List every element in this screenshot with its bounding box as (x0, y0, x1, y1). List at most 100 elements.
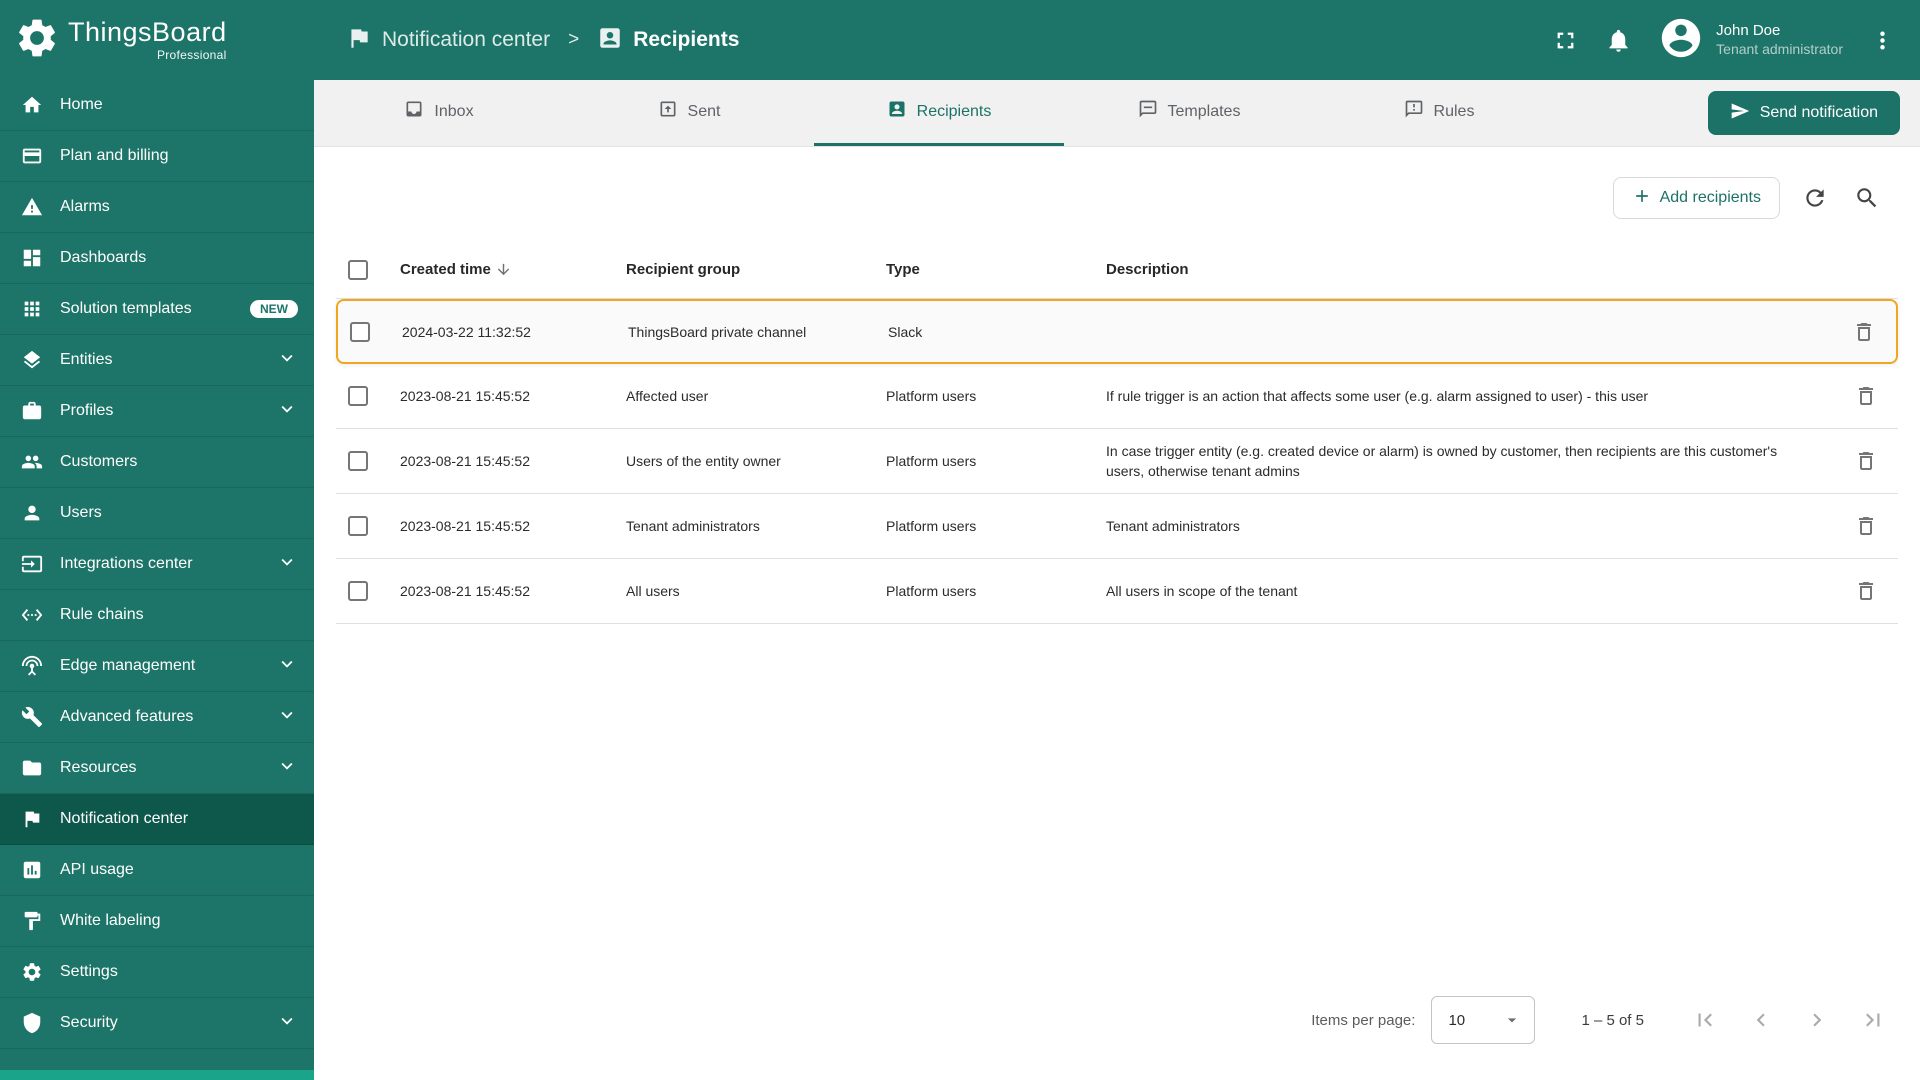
antenna-icon (20, 654, 44, 678)
sidebar-item-customers[interactable]: Customers (0, 437, 314, 488)
delete-icon[interactable] (1850, 510, 1882, 542)
cell-recipient-group: ThingsBoard private channel (628, 323, 807, 340)
sidebar-item-label: Customers (60, 453, 138, 470)
row-checkbox[interactable] (348, 581, 368, 601)
last-page-icon[interactable] (1856, 1003, 1890, 1037)
tab-recipients[interactable]: Recipients (814, 80, 1064, 146)
sidebar-item-dashboards[interactable]: Dashboards (0, 233, 314, 284)
sidebar-item-plan-billing[interactable]: Plan and billing (0, 131, 314, 182)
more-vert-icon[interactable] (1869, 27, 1896, 54)
recipients-panel: Add recipients Created time Recipient gr… (314, 147, 1920, 1080)
folder-icon (20, 756, 44, 780)
flag-icon (346, 25, 372, 56)
table-row[interactable]: 2023-08-21 15:45:52 Users of the entity … (336, 429, 1898, 494)
sidebar-item-advanced-features[interactable]: Advanced features (0, 692, 314, 743)
sidebar-item-home[interactable]: Home (0, 80, 314, 131)
sidebar-item-integrations-center[interactable]: Integrations center (0, 539, 314, 590)
inbox-icon (404, 99, 424, 124)
brand-edition: Professional (156, 47, 227, 62)
sidebar-item-rule-chains[interactable]: Rule chains (0, 590, 314, 641)
chevron-down-icon (276, 551, 298, 578)
column-header-description[interactable]: Description (1106, 261, 1834, 278)
sidebar-item-solution-templates[interactable]: Solution templates NEW (0, 284, 314, 335)
user-menu[interactable]: John Doe Tenant administrator (1658, 15, 1843, 66)
brand-logo[interactable]: ThingsBoard Professional (0, 0, 314, 80)
sidebar-item-settings[interactable]: Settings (0, 947, 314, 998)
first-page-icon[interactable] (1688, 1003, 1722, 1037)
dashboard-icon (20, 246, 44, 270)
sort-desc-icon (497, 263, 510, 276)
sidebar-item-notification-center[interactable]: Notification center (0, 794, 314, 845)
select-all-checkbox[interactable] (348, 259, 368, 280)
next-page-icon[interactable] (1800, 1003, 1834, 1037)
table-header-row: Created time Recipient group Type Descri… (336, 241, 1898, 299)
breadcrumb-recipients[interactable]: Recipients (597, 25, 739, 56)
delete-icon[interactable] (1850, 380, 1882, 412)
sidebar-item-users[interactable]: Users (0, 488, 314, 539)
chevron-down-icon (276, 653, 298, 680)
sidebar-item-profiles[interactable]: Profiles (0, 386, 314, 437)
sidebar-item-label: Settings (60, 963, 118, 980)
sidebar-item-white-labeling[interactable]: White labeling (0, 896, 314, 947)
column-header-recipient-group[interactable]: Recipient group (626, 261, 886, 278)
row-checkbox[interactable] (350, 321, 370, 342)
refresh-icon[interactable] (1798, 181, 1832, 215)
column-header-type[interactable]: Type (886, 261, 1106, 278)
tab-label: Sent (687, 102, 721, 120)
search-icon[interactable] (1850, 181, 1884, 215)
sidebar-item-label: Integrations center (60, 555, 193, 572)
sidebar-item-security[interactable]: Security (0, 998, 314, 1049)
send-notification-button[interactable]: Send notification (1707, 91, 1900, 135)
layers-icon (20, 348, 44, 372)
code-brackets-icon (20, 603, 44, 627)
tab-inbox[interactable]: Inbox (314, 80, 564, 146)
people-icon (20, 450, 44, 474)
row-checkbox[interactable] (348, 386, 368, 406)
recipients-icon (887, 99, 907, 124)
cell-created-time: 2023-08-21 15:45:52 (400, 583, 530, 599)
brand-name: ThingsBoard (68, 16, 227, 47)
tools-icon (20, 705, 44, 729)
table-row[interactable]: 2023-08-21 15:45:52 Affected user Platfo… (336, 364, 1898, 429)
sidebar-item-alarms[interactable]: Alarms (0, 182, 314, 233)
rules-icon (1404, 99, 1424, 124)
tab-sent[interactable]: Sent (564, 80, 814, 146)
sidebar-item-label: Security (60, 1014, 118, 1031)
column-header-created-time[interactable]: Created time (400, 261, 626, 278)
items-per-page-label: Items per page: (1311, 1011, 1416, 1029)
cell-recipient-group: Users of the entity owner (626, 453, 781, 469)
row-checkbox[interactable] (348, 451, 368, 471)
cell-description: All users in scope of the tenant (1106, 582, 1298, 599)
items-per-page-select[interactable]: 10 (1431, 996, 1536, 1044)
tab-label: Templates (1167, 102, 1241, 120)
previous-page-icon[interactable] (1744, 1003, 1778, 1037)
person-icon (20, 501, 44, 525)
delete-icon[interactable] (1848, 316, 1880, 348)
breadcrumb-notification-center[interactable]: Notification center (346, 25, 550, 56)
shield-icon (20, 1011, 44, 1035)
fullscreen-icon[interactable] (1552, 27, 1579, 54)
breadcrumb-label: Notification center (382, 28, 551, 51)
gear-icon (20, 960, 44, 984)
sidebar-item-api-usage[interactable]: API usage (0, 845, 314, 896)
table-row[interactable]: 2023-08-21 15:45:52 Tenant administrator… (336, 494, 1898, 559)
sidebar-item-entities[interactable]: Entities (0, 335, 314, 386)
tab-rules[interactable]: Rules (1314, 80, 1564, 146)
delete-icon[interactable] (1850, 445, 1882, 477)
tab-templates[interactable]: Templates (1064, 80, 1314, 146)
table-row[interactable]: 2024-03-22 11:32:52 ThingsBoard private … (336, 299, 1898, 364)
row-checkbox[interactable] (348, 516, 368, 536)
sidebar: ThingsBoard Professional Home Plan and b… (0, 0, 314, 1080)
sidebar-scroll-indicator (0, 1070, 314, 1080)
sidebar-item-resources[interactable]: Resources (0, 743, 314, 794)
table-row[interactable]: 2023-08-21 15:45:52 All users Platform u… (336, 559, 1898, 624)
cell-recipient-group: Affected user (626, 388, 709, 404)
sidebar-item-label: White labeling (60, 912, 161, 929)
new-badge: NEW (250, 300, 298, 318)
sidebar-item-edge-management[interactable]: Edge management (0, 641, 314, 692)
flag-icon (20, 807, 44, 831)
chevron-down-icon (276, 704, 298, 731)
add-recipients-button[interactable]: Add recipients (1612, 177, 1780, 219)
delete-icon[interactable] (1850, 575, 1882, 607)
notifications-bell-icon[interactable] (1605, 27, 1632, 54)
